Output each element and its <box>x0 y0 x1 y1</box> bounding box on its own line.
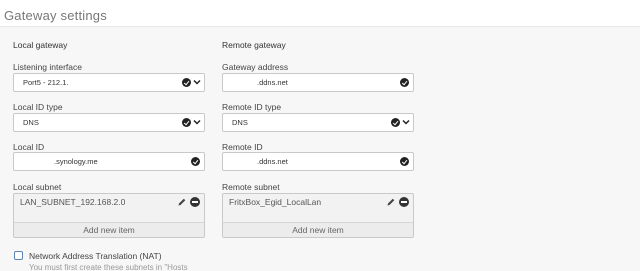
check-circle-icon <box>400 78 409 87</box>
nat-note: You must first create these subnets in "… <box>29 263 188 271</box>
remote-subnet-label: Remote subnet <box>222 182 280 192</box>
chevron-down-icon <box>193 79 201 85</box>
remote-id-input[interactable]: .ddns.net <box>222 152 414 171</box>
listening-interface-value: Port5 - 212.1. <box>23 78 69 87</box>
add-new-item-button[interactable]: Add new item <box>223 222 413 237</box>
local-id-type-label: Local ID type <box>13 102 63 112</box>
check-circle-icon <box>182 78 191 87</box>
check-circle-icon <box>391 118 400 127</box>
local-id-value: .synology.me <box>54 157 98 166</box>
check-circle-icon <box>400 157 409 166</box>
list-item: FritxBox_Egid_LocalLan <box>229 197 322 207</box>
listening-interface-select[interactable]: Port5 - 212.1. <box>13 73 205 92</box>
nat-label: Network Address Translation (NAT) <box>29 251 162 261</box>
local-subnet-list: LAN_SUBNET_192.168.2.0 Add new item <box>13 193 205 238</box>
gateway-address-label: Gateway address <box>222 62 289 72</box>
local-id-type-value: DNS <box>23 118 39 127</box>
listening-interface-label: Listening interface <box>13 62 82 72</box>
remote-id-type-value: DNS <box>232 118 248 127</box>
local-gateway-heading: Local gateway <box>13 40 68 50</box>
gateway-address-input[interactable]: .ddns.net <box>222 73 414 92</box>
pencil-icon[interactable] <box>386 197 396 207</box>
add-new-item-button[interactable]: Add new item <box>14 222 204 237</box>
local-id-label: Local ID <box>13 142 45 152</box>
minus-circle-icon[interactable] <box>399 197 409 207</box>
remote-id-label: Remote ID <box>222 142 263 152</box>
chevron-down-icon <box>193 119 201 125</box>
remote-id-value: .ddns.net <box>257 157 288 166</box>
remote-id-type-select[interactable]: DNS <box>222 113 414 132</box>
remote-subnet-list: FritxBox_Egid_LocalLan Add new item <box>222 193 414 238</box>
section-title: Gateway settings <box>4 8 107 23</box>
remote-gateway-heading: Remote gateway <box>222 40 286 50</box>
list-item: LAN_SUBNET_192.168.2.0 <box>20 197 126 207</box>
gateway-address-value: .ddns.net <box>257 78 288 87</box>
pencil-icon[interactable] <box>177 197 187 207</box>
local-id-type-select[interactable]: DNS <box>13 113 205 132</box>
minus-circle-icon[interactable] <box>190 197 200 207</box>
remote-id-type-label: Remote ID type <box>222 102 282 112</box>
local-subnet-label: Local subnet <box>13 182 62 192</box>
chevron-down-icon <box>402 119 410 125</box>
local-id-input[interactable]: .synology.me <box>13 152 205 171</box>
nat-checkbox[interactable] <box>14 251 23 260</box>
check-circle-icon <box>182 118 191 127</box>
check-circle-icon <box>191 157 200 166</box>
